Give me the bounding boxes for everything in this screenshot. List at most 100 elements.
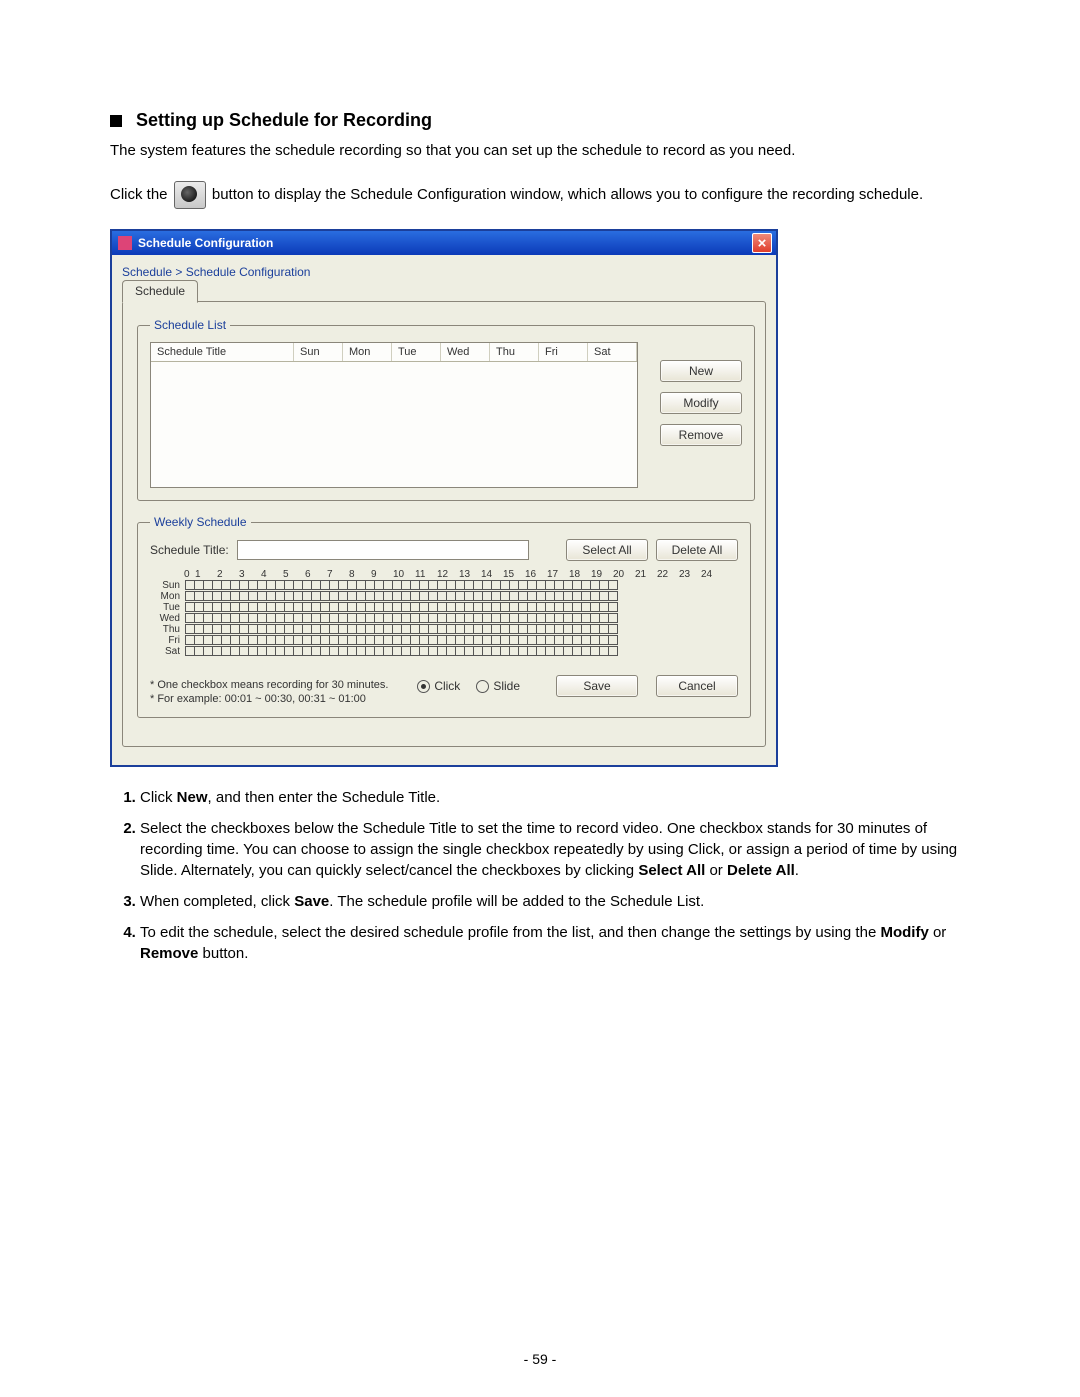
- hour-label: 23: [679, 569, 701, 580]
- schedule-title-label: Schedule Title:: [150, 543, 229, 557]
- day-label: Wed: [150, 613, 186, 624]
- hour-label: 3: [239, 569, 261, 580]
- modify-button[interactable]: Modify: [660, 392, 742, 414]
- mode-click-radio[interactable]: Click: [417, 679, 460, 693]
- hour-label: 17: [547, 569, 569, 580]
- schedule-list-group: Schedule List Schedule Title Sun Mon Tue…: [137, 318, 755, 501]
- dialog-title: Schedule Configuration: [138, 236, 752, 250]
- radio-icon: [417, 680, 430, 693]
- day-row: Fri: [150, 635, 738, 646]
- dialog-titlebar: Schedule Configuration ×: [112, 231, 776, 255]
- hour-label: 1: [195, 569, 217, 580]
- select-all-button[interactable]: Select All: [566, 539, 648, 561]
- intro-paragraph-1: The system features the schedule recordi…: [110, 141, 970, 161]
- hour-label: 24: [701, 569, 723, 580]
- col-schedule-title[interactable]: Schedule Title: [151, 343, 294, 361]
- hour-label: 18: [569, 569, 591, 580]
- mode-click-label: Click: [434, 679, 460, 693]
- mode-slide-radio[interactable]: Slide: [476, 679, 520, 693]
- time-cell[interactable]: [608, 591, 618, 601]
- day-label: Tue: [150, 602, 186, 613]
- para2-after: button to display the Schedule Configura…: [212, 186, 923, 203]
- day-row: Tue: [150, 602, 738, 613]
- col-wed[interactable]: Wed: [441, 343, 490, 361]
- hour-label: 20: [613, 569, 635, 580]
- hour-label: 12: [437, 569, 459, 580]
- day-row: Mon: [150, 591, 738, 602]
- hour-label: 6: [305, 569, 327, 580]
- hour-label: 15: [503, 569, 525, 580]
- hour-label: 11: [415, 569, 437, 580]
- step-3: When completed, click Save. The schedule…: [140, 891, 970, 912]
- day-row: Sat: [150, 646, 738, 657]
- day-label: Mon: [150, 591, 186, 602]
- hour-label: 14: [481, 569, 503, 580]
- footnote-2: * For example: 00:01 ~ 00:30, 00:31 ~ 01…: [150, 693, 417, 705]
- hours-header: 0123456789101112131415161718192021222324: [188, 569, 738, 580]
- hour-label: 0: [184, 569, 195, 580]
- window-icon: [118, 236, 132, 250]
- save-button[interactable]: Save: [556, 675, 638, 697]
- weekly-schedule-legend: Weekly Schedule: [150, 515, 251, 529]
- hour-label: 5: [283, 569, 305, 580]
- hour-label: 8: [349, 569, 371, 580]
- heading-text: Setting up Schedule for Recording: [136, 110, 432, 131]
- tab-frame: Schedule Schedule List Schedule Title Su…: [122, 301, 766, 747]
- hour-label: 2: [217, 569, 239, 580]
- hour-label: 4: [261, 569, 283, 580]
- hour-label: 13: [459, 569, 481, 580]
- para2-before: Click the: [110, 186, 172, 203]
- hour-label: 9: [371, 569, 393, 580]
- hour-label: 22: [657, 569, 679, 580]
- schedule-list-legend: Schedule List: [150, 318, 230, 332]
- day-row: Wed: [150, 613, 738, 624]
- breadcrumb: Schedule > Schedule Configuration: [122, 265, 766, 279]
- step-2: Select the checkboxes below the Schedule…: [140, 818, 970, 881]
- hour-label: 10: [393, 569, 415, 580]
- time-cell[interactable]: [608, 646, 618, 656]
- tab-schedule[interactable]: Schedule: [122, 280, 198, 303]
- day-label: Fri: [150, 635, 186, 646]
- step-4: To edit the schedule, select the desired…: [140, 922, 970, 964]
- step-1: Click New, and then enter the Schedule T…: [140, 787, 970, 808]
- day-row: Sun: [150, 580, 738, 591]
- time-cell[interactable]: [608, 580, 618, 590]
- day-label: Sun: [150, 580, 186, 591]
- mode-slide-label: Slide: [493, 679, 520, 693]
- new-button[interactable]: New: [660, 360, 742, 382]
- weekly-grid: 0123456789101112131415161718192021222324…: [150, 569, 738, 657]
- square-bullet-icon: [110, 115, 122, 127]
- day-label: Sat: [150, 646, 186, 657]
- hour-label: 7: [327, 569, 349, 580]
- schedule-list-header: Schedule Title Sun Mon Tue Wed Thu Fri S…: [151, 343, 637, 362]
- time-cell[interactable]: [608, 613, 618, 623]
- hour-label: 19: [591, 569, 613, 580]
- remove-button[interactable]: Remove: [660, 424, 742, 446]
- page-number: - 59 -: [0, 1351, 1080, 1367]
- weekly-schedule-group: Weekly Schedule Schedule Title: Select A…: [137, 515, 751, 718]
- delete-all-button[interactable]: Delete All: [656, 539, 738, 561]
- hour-label: 21: [635, 569, 657, 580]
- schedule-list-box[interactable]: Schedule Title Sun Mon Tue Wed Thu Fri S…: [150, 342, 638, 488]
- schedule-title-input[interactable]: [237, 540, 529, 560]
- schedule-config-dialog: Schedule Configuration × Schedule > Sche…: [110, 229, 778, 767]
- hour-label: 16: [525, 569, 547, 580]
- section-heading: Setting up Schedule for Recording: [110, 110, 970, 131]
- time-cell[interactable]: [608, 624, 618, 634]
- cancel-button[interactable]: Cancel: [656, 675, 738, 697]
- col-fri[interactable]: Fri: [539, 343, 588, 361]
- schedule-toolbar-icon: [174, 181, 206, 209]
- col-thu[interactable]: Thu: [490, 343, 539, 361]
- col-sun[interactable]: Sun: [294, 343, 343, 361]
- footnote-1: * One checkbox means recording for 30 mi…: [150, 679, 417, 691]
- col-mon[interactable]: Mon: [343, 343, 392, 361]
- intro-paragraph-2: Click the button to display the Schedule…: [110, 181, 970, 209]
- close-icon[interactable]: ×: [752, 233, 772, 253]
- time-cell[interactable]: [608, 602, 618, 612]
- col-sat[interactable]: Sat: [588, 343, 637, 361]
- col-tue[interactable]: Tue: [392, 343, 441, 361]
- radio-icon: [476, 680, 489, 693]
- time-cell[interactable]: [608, 635, 618, 645]
- day-row: Thu: [150, 624, 738, 635]
- day-label: Thu: [150, 624, 186, 635]
